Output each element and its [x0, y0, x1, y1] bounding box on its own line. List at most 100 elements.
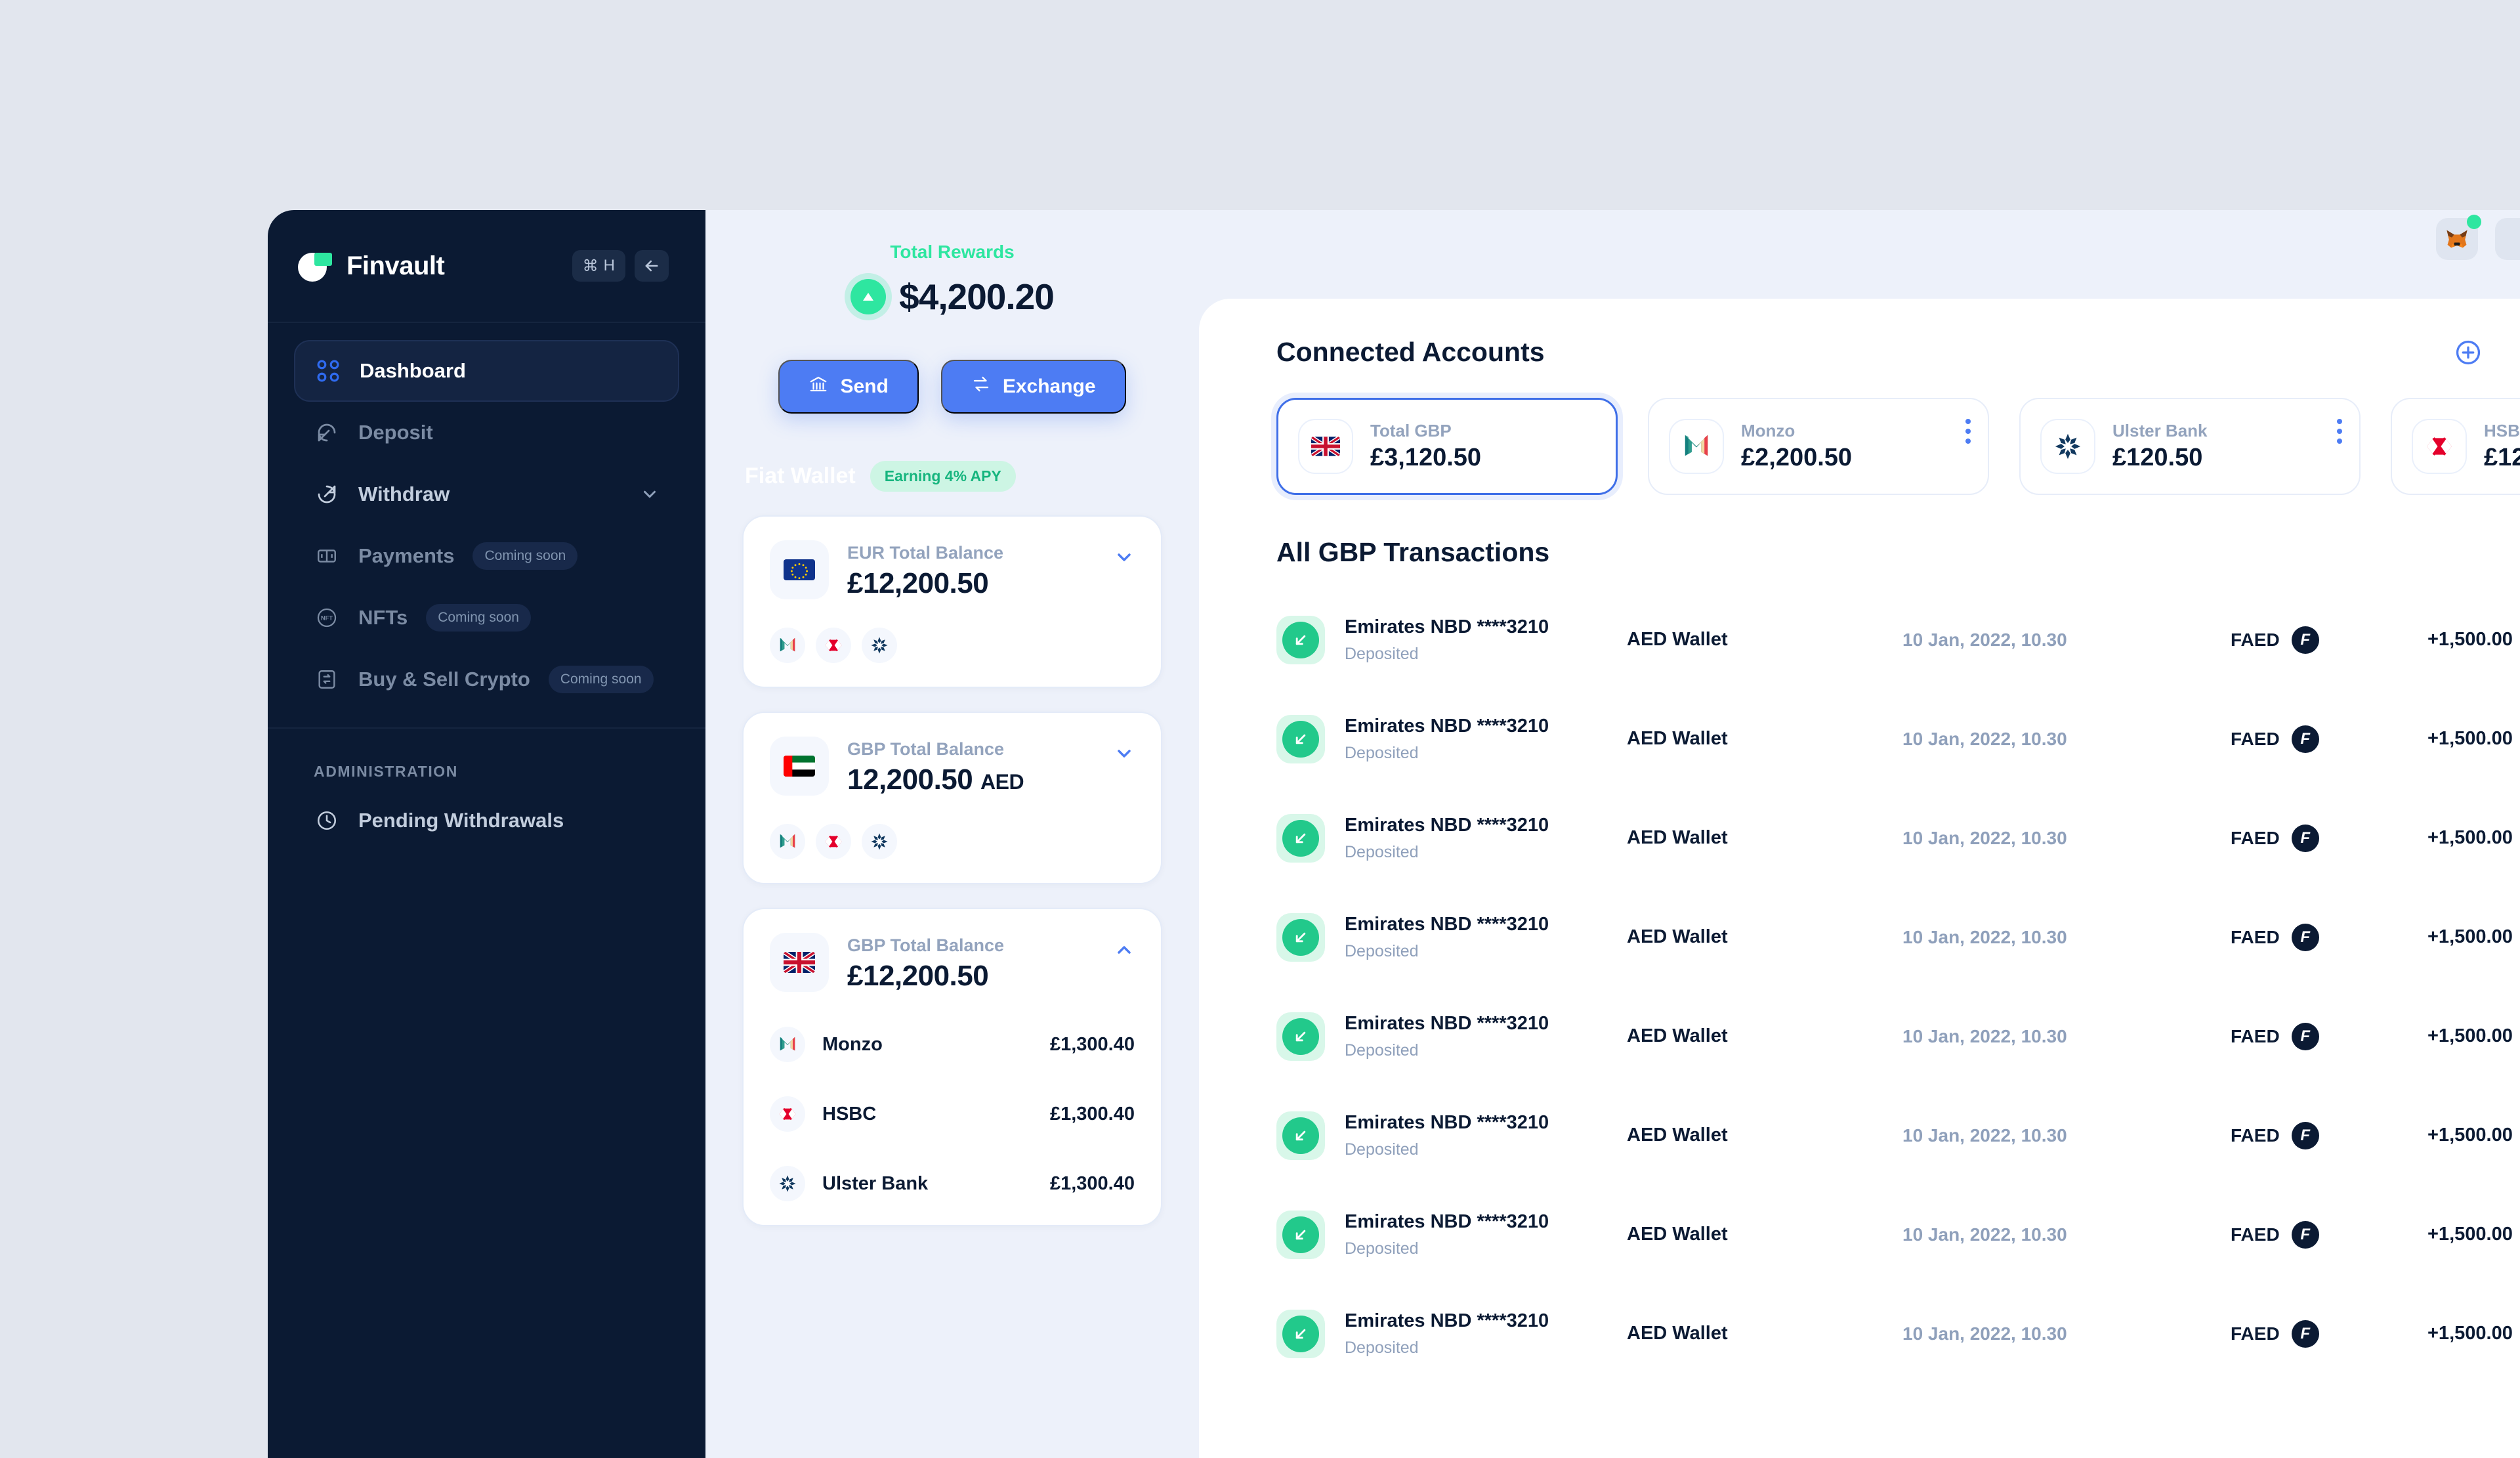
- wallet-bank-amount: £1,300.40: [1049, 1172, 1135, 1194]
- monzo-icon[interactable]: [770, 628, 805, 663]
- deposit-status-icon: [1276, 813, 1325, 863]
- sidebar-item-label: Deposit: [358, 421, 433, 444]
- accounts-panel: Connected Accounts Total GBP £3,120.50 M…: [1199, 299, 2520, 1458]
- sidebar-item-nfts[interactable]: NFT NFTs Coming soon: [294, 587, 679, 649]
- sidebar-item-buy-sell-crypto[interactable]: Buy & Sell Crypto Coming soon: [294, 649, 679, 710]
- sidebar-item-payments[interactable]: Payments Coming soon: [294, 525, 679, 587]
- transaction-amount: +1,500.00: [2427, 1224, 2513, 1245]
- account-card-menu-button[interactable]: [2337, 419, 2342, 444]
- account-card-amount: £120.50: [2112, 444, 2203, 471]
- transaction-wallet: AED Wallet: [1627, 629, 1728, 650]
- swap-icon: [971, 374, 991, 399]
- chevron-down-icon[interactable]: [1114, 737, 1135, 767]
- total-rewards-label: Total Rewards: [890, 242, 1015, 262]
- nft-icon: NFT: [314, 605, 340, 631]
- transaction-name: Emirates NBD ****3210: [1345, 715, 1549, 737]
- finvault-badge-icon: F: [2291, 824, 2319, 852]
- plus-circle-icon[interactable]: [2454, 339, 2482, 366]
- transaction-status: Deposited: [1345, 1239, 1419, 1258]
- wallet-card-gbp[interactable]: GBP Total Balance £12,200.50 Monzo £1,30…: [742, 908, 1162, 1226]
- sidebar-item-withdraw[interactable]: Withdraw: [294, 463, 679, 525]
- avatar[interactable]: [2495, 218, 2520, 260]
- brand[interactable]: Finvault: [298, 249, 572, 283]
- deposit-status-icon: [1276, 1210, 1325, 1259]
- wallet-card-amount: 12,200.50: [847, 763, 973, 796]
- exchange-icon: [314, 666, 340, 693]
- fiat-wallet-header: Fiat Wallet Earning 4% APY: [742, 461, 1162, 492]
- table-row[interactable]: Emirates NBD ****3210 Deposited AED Wall…: [1276, 888, 2513, 987]
- table-row[interactable]: Emirates NBD ****3210 Deposited AED Wall…: [1276, 1185, 2513, 1284]
- monzo-icon: [1669, 419, 1724, 474]
- transaction-amount: +1,500.00: [2427, 926, 2513, 947]
- table-row[interactable]: Emirates NBD ****3210 Deposited AED Wall…: [1276, 1086, 2513, 1185]
- finvault-badge-icon: F: [2291, 923, 2319, 951]
- sidebar: Finvault ⌘ H Dashboard Deposit Withdraw …: [268, 210, 705, 1458]
- hsbc-icon[interactable]: [816, 824, 851, 859]
- transaction-wallet: AED Wallet: [1627, 926, 1728, 947]
- hsbc-icon[interactable]: [816, 628, 851, 663]
- sidebar-item-label: Dashboard: [360, 359, 466, 382]
- table-row[interactable]: Emirates NBD ****3210 Deposited AED Wall…: [1276, 788, 2513, 888]
- ulster-bank-icon: [2040, 419, 2095, 474]
- sidebar-item-pending-withdrawals[interactable]: Pending Withdrawals: [294, 790, 679, 851]
- transaction-wallet: AED Wallet: [1627, 827, 1728, 848]
- account-card-menu-button[interactable]: [1965, 419, 1971, 444]
- transaction-date: 10 Jan, 2022, 10.30: [1902, 827, 2067, 848]
- sidebar-admin-nav: Pending Withdrawals: [268, 781, 705, 851]
- connected-accounts-list: Total GBP £3,120.50 Monzo £2,200.50 Ulst…: [1276, 398, 2520, 495]
- monzo-icon[interactable]: [770, 824, 805, 859]
- ulster-bank-icon[interactable]: [862, 824, 897, 859]
- table-row[interactable]: Emirates NBD ****3210 Deposited AED Wall…: [1276, 689, 2513, 788]
- exchange-button[interactable]: Exchange: [940, 360, 1126, 414]
- sidebar-item-dashboard[interactable]: Dashboard: [294, 340, 679, 402]
- transaction-wallet: AED Wallet: [1627, 1224, 1728, 1245]
- deposit-status-icon: [1276, 1012, 1325, 1061]
- table-row[interactable]: Emirates NBD ****3210 Deposited AED Wall…: [1276, 987, 2513, 1086]
- sidebar-item-deposit[interactable]: Deposit: [294, 402, 679, 463]
- exchange-button-label: Exchange: [1002, 375, 1096, 397]
- account-card-amount: £2,200.50: [1741, 444, 1853, 471]
- svg-text:NFT: NFT: [321, 614, 333, 621]
- wallet-card-aed[interactable]: GBP Total Balance 12,200.50 AED: [742, 712, 1162, 884]
- app-window: Finvault ⌘ H Dashboard Deposit Withdraw …: [268, 210, 2520, 1458]
- wallet-card-eur[interactable]: EUR Total Balance £12,200.50: [742, 515, 1162, 688]
- transaction-amount: +1,500.00: [2427, 1323, 2513, 1344]
- wallet-card-banks: [770, 824, 1135, 859]
- transactions-title: All GBP Transactions: [1276, 537, 1550, 567]
- chevron-down-icon[interactable]: [640, 484, 660, 504]
- transaction-amount: +1,500.00: [2427, 1025, 2513, 1046]
- send-button[interactable]: Send: [778, 360, 919, 414]
- topbar: [2436, 215, 2520, 260]
- deposit-status-icon: [1276, 1309, 1325, 1358]
- keyboard-shortcut-chip[interactable]: ⌘ H: [572, 250, 625, 282]
- wallet-bank-row[interactable]: HSBC £1,300.40: [770, 1096, 1135, 1132]
- account-card-hsbc[interactable]: HSBC £120.50: [2391, 398, 2520, 495]
- table-row[interactable]: Emirates NBD ****3210 Deposited AED Wall…: [1276, 1284, 2513, 1383]
- coming-soon-badge: Coming soon: [472, 542, 578, 570]
- wallet-bank-row[interactable]: Monzo £1,300.40: [770, 1027, 1135, 1062]
- finvault-logo-icon: [298, 249, 332, 283]
- monzo-icon: [770, 1027, 805, 1062]
- account-card-monzo[interactable]: Monzo £2,200.50: [1648, 398, 1989, 495]
- transaction-amount: +1,500.00: [2427, 827, 2513, 848]
- sidebar-item-label: NFTs: [358, 606, 408, 629]
- account-card-ulster-bank[interactable]: Ulster Bank £120.50: [2019, 398, 2361, 495]
- transaction-status: Deposited: [1345, 1040, 1419, 1060]
- account-card-total-gbp[interactable]: Total GBP £3,120.50: [1276, 398, 1618, 495]
- transaction-date: 10 Jan, 2022, 10.30: [1902, 1025, 2067, 1046]
- transaction-network: FAED: [2231, 728, 2280, 749]
- chevron-down-icon[interactable]: [1114, 540, 1135, 571]
- finvault-badge-icon: F: [2291, 626, 2319, 654]
- command-symbol: ⌘: [582, 257, 598, 275]
- withdraw-arrow-icon: [314, 481, 340, 507]
- wallet-bank-row[interactable]: Ulster Bank £1,300.40: [770, 1166, 1135, 1201]
- metamask-wallet-button[interactable]: [2436, 215, 2481, 260]
- ulster-bank-icon[interactable]: [862, 628, 897, 663]
- arrow-left-icon: [645, 260, 658, 272]
- collapse-sidebar-button[interactable]: [635, 250, 669, 282]
- transaction-network: FAED: [2231, 1224, 2280, 1245]
- chevron-up-icon[interactable]: [1114, 933, 1135, 964]
- table-row[interactable]: Emirates NBD ****3210 Deposited AED Wall…: [1276, 590, 2513, 689]
- wallet-card-amount: £12,200.50: [847, 567, 989, 599]
- finvault-badge-icon: F: [2291, 1121, 2319, 1149]
